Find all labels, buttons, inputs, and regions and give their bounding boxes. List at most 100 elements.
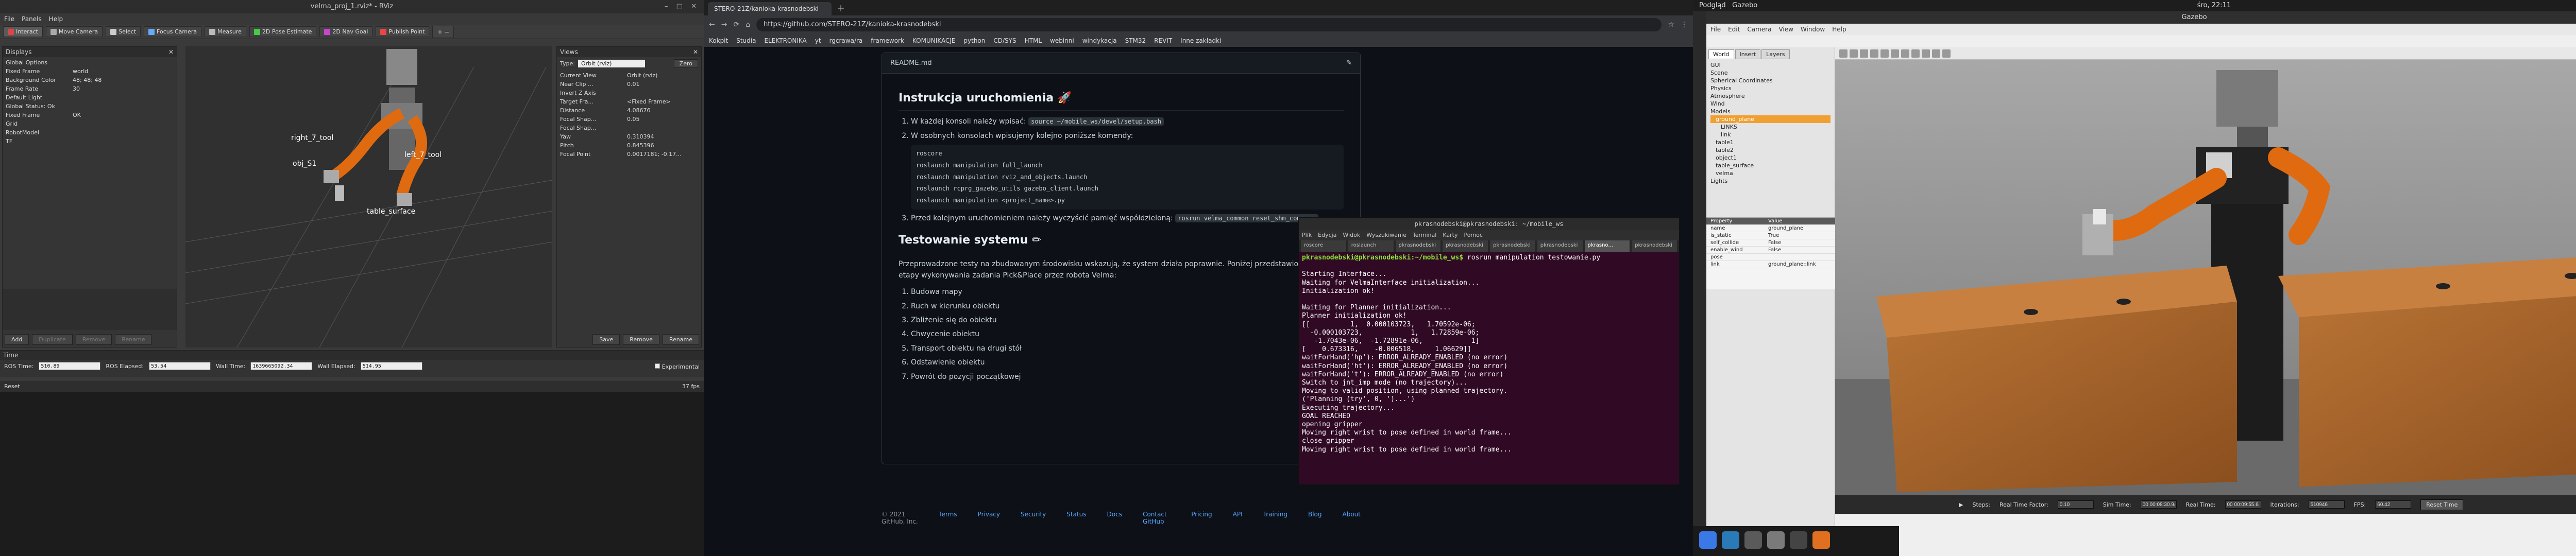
- bookmark-item[interactable]: Inne zakładki: [1180, 37, 1221, 44]
- world-tree-item[interactable]: table2: [1710, 146, 1831, 154]
- box-icon[interactable]: [1901, 49, 1909, 58]
- terminal-window[interactable]: pkrasnodebski@pkrasnodebski: ~/mobile_ws…: [1298, 217, 1680, 485]
- footer-link[interactable]: Pricing: [1191, 511, 1212, 525]
- world-tree-item[interactable]: velma: [1710, 169, 1831, 177]
- forward-icon[interactable]: →: [721, 21, 727, 29]
- tool-move-camera[interactable]: Move Camera: [45, 26, 103, 37]
- terminal-menu-item[interactable]: Wyszukiwanie: [1366, 230, 1406, 240]
- close-icon[interactable]: ✕: [168, 47, 174, 57]
- terminal-tab[interactable]: roscore: [1301, 240, 1346, 252]
- display-row[interactable]: Grid: [6, 119, 174, 128]
- footer-link[interactable]: Terms: [939, 511, 957, 525]
- display-row[interactable]: RobotModel: [6, 128, 174, 137]
- close-icon[interactable]: ✕: [693, 47, 698, 57]
- new-tab-button[interactable]: ＋: [832, 2, 850, 15]
- bookmark-item[interactable]: KOMUNIKACJE: [912, 37, 955, 44]
- remove-view-button[interactable]: Remove: [623, 334, 659, 345]
- world-tree-item[interactable]: Scene: [1710, 69, 1831, 77]
- terminal-menu-item[interactable]: Widok: [1343, 230, 1360, 240]
- terminal-tab[interactable]: pkrasno...: [1584, 240, 1630, 252]
- terminal-tab[interactable]: pkrasnodebski: [1395, 240, 1441, 252]
- rviz-3d-view[interactable]: right_7_tool obj_S1 left_7_tool table_su…: [185, 46, 553, 348]
- menu-file[interactable]: File: [4, 15, 14, 23]
- reset-time-button[interactable]: Reset Time: [2420, 499, 2464, 510]
- gazebo-menu-item[interactable]: Help: [1832, 24, 1846, 35]
- add-tool-button[interactable]: ＋ −: [432, 25, 454, 38]
- menu-panels[interactable]: Panels: [22, 15, 42, 23]
- bookmark-item[interactable]: HTML: [1025, 37, 1042, 44]
- tool-measure[interactable]: Measure: [205, 26, 246, 37]
- terminal-menu-item[interactable]: Pomoc: [1464, 230, 1482, 240]
- back-icon[interactable]: ←: [709, 21, 715, 29]
- clock[interactable]: śro, 22:11: [2197, 0, 2231, 11]
- bookmark-item[interactable]: rgcrawa/ra: [829, 37, 863, 44]
- bookmark-item[interactable]: framework: [871, 37, 904, 44]
- save-view-button[interactable]: Save: [592, 334, 620, 345]
- gazebo-menu-item[interactable]: File: [1710, 24, 1721, 35]
- play-icon[interactable]: ▶: [1959, 501, 1963, 508]
- chrome-icon[interactable]: [1699, 531, 1717, 549]
- rviz-icon[interactable]: [1790, 531, 1807, 549]
- display-row[interactable]: Global Status: Ok: [6, 102, 174, 111]
- gazebo-icon[interactable]: [1812, 531, 1830, 549]
- tool-interact[interactable]: Interact: [3, 26, 43, 37]
- address-bar[interactable]: https://github.com/STERO-21Z/kanioka-kra…: [756, 18, 1662, 31]
- readme-title[interactable]: README.md: [890, 53, 932, 73]
- bookmark-item[interactable]: python: [963, 37, 985, 44]
- menu-icon[interactable]: ⋮: [1681, 21, 1688, 29]
- bookmark-item[interactable]: webinni: [1050, 37, 1074, 44]
- edit-icon[interactable]: ✎: [1346, 53, 1352, 73]
- footer-link[interactable]: Blog: [1308, 511, 1322, 525]
- world-tree-item[interactable]: Wind: [1710, 100, 1831, 108]
- window-controls[interactable]: – □ ✕: [665, 0, 700, 13]
- bookmark-item[interactable]: CD/SYS: [993, 37, 1016, 44]
- sphere-icon[interactable]: [1911, 49, 1920, 58]
- light-icon[interactable]: [1932, 49, 1940, 58]
- view-row[interactable]: Target Fra... <Fixed Frame>: [560, 97, 698, 106]
- gazebo-menu-item[interactable]: Edit: [1728, 24, 1740, 35]
- view-row[interactable]: Pitch 0.845396: [560, 141, 698, 150]
- gazebo-tab[interactable]: Insert: [1735, 49, 1761, 59]
- footer-link[interactable]: Contact GitHub: [1143, 511, 1171, 525]
- select-mode-icon[interactable]: [1839, 49, 1848, 58]
- ros-elapsed-field[interactable]: [149, 362, 211, 370]
- terminal-tab[interactable]: roslaunch: [1348, 240, 1394, 252]
- property-row[interactable]: link ground_plane::link: [1706, 261, 1835, 268]
- bookmark-item[interactable]: ELEKTRONIKA: [764, 37, 806, 44]
- files-icon[interactable]: [1767, 531, 1785, 549]
- world-tree-item[interactable]: table_surface: [1710, 162, 1831, 169]
- terminal-tab[interactable]: pkrasnodebski: [1632, 240, 1677, 252]
- redo-icon[interactable]: [1891, 49, 1899, 58]
- display-row[interactable]: Global Options: [6, 58, 174, 67]
- wall-elapsed-field[interactable]: [360, 362, 422, 370]
- view-row[interactable]: Invert Z Axis: [560, 89, 698, 97]
- footer-link[interactable]: Training: [1263, 511, 1287, 525]
- terminal-menu-item[interactable]: Edycja: [1318, 230, 1336, 240]
- view-row[interactable]: Focal Shap...: [560, 124, 698, 132]
- vscode-icon[interactable]: [1722, 531, 1739, 549]
- terminal-menu-item[interactable]: Karty: [1443, 230, 1458, 240]
- undo-icon[interactable]: [1880, 49, 1889, 58]
- display-row[interactable]: Frame Rate 30: [6, 84, 174, 93]
- world-tree-item[interactable]: Lights: [1710, 177, 1831, 185]
- bookmark-item[interactable]: yt: [815, 37, 821, 44]
- bookmark-item[interactable]: windykacja: [1082, 37, 1117, 44]
- menu-help[interactable]: Help: [49, 15, 63, 23]
- gazebo-tab[interactable]: World: [1708, 49, 1734, 59]
- footer-link[interactable]: Docs: [1107, 511, 1122, 525]
- display-row[interactable]: Default Light: [6, 93, 174, 102]
- rename-button[interactable]: Rename: [115, 334, 152, 345]
- cylinder-icon[interactable]: [1922, 49, 1930, 58]
- footer-link[interactable]: Privacy: [978, 511, 1000, 525]
- view-row[interactable]: Focal Point 0.0017181; -0.17...: [560, 150, 698, 159]
- remove-button[interactable]: Remove: [75, 334, 112, 345]
- rename-view-button[interactable]: Rename: [662, 334, 699, 345]
- property-row[interactable]: pose: [1706, 254, 1835, 261]
- zero-button[interactable]: Zero: [673, 59, 698, 68]
- terminal-output[interactable]: pkrasnodebski@pkrasnodebski:~/mobile_ws$…: [1299, 252, 1679, 483]
- world-tree-item[interactable]: LINKS: [1710, 123, 1831, 131]
- world-tree-item[interactable]: link: [1710, 131, 1831, 138]
- tool-2d-nav[interactable]: 2D Nav Goal: [319, 26, 373, 37]
- terminal-menu-item[interactable]: Plik: [1302, 230, 1312, 240]
- bookmark-item[interactable]: Kokpit: [709, 37, 728, 44]
